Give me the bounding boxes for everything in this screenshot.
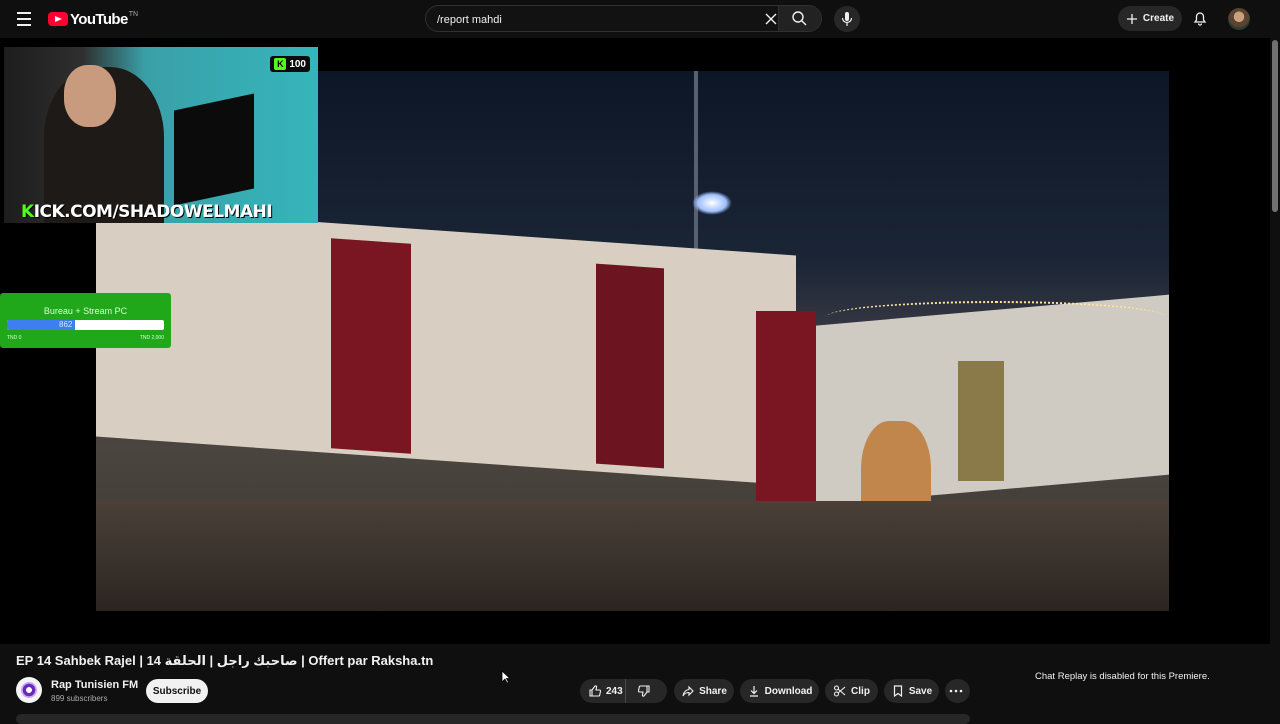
goal-min: TND 0 (7, 335, 22, 341)
download-button[interactable]: Download (740, 679, 819, 703)
clip-label: Clip (851, 685, 870, 697)
logo-country-code: TN (128, 10, 139, 18)
chat-replay-notice: Chat Replay is disabled for this Premier… (1035, 671, 1210, 682)
more-actions-button[interactable] (945, 679, 970, 703)
channel-name[interactable]: Rap Tunisien FM (51, 679, 138, 691)
logo-text: YouTube (70, 10, 128, 28)
channel-avatar[interactable] (16, 677, 42, 703)
video-title: EP 14 Sahbek Rajel | صاحبك راجل | الحلقة… (16, 653, 434, 668)
search-button[interactable] (778, 6, 821, 31)
bookmark-icon (893, 685, 902, 698)
plus-icon (1126, 13, 1137, 24)
share-button[interactable]: Share (674, 679, 734, 703)
menu-icon[interactable] (12, 7, 36, 31)
microphone-icon (841, 12, 853, 26)
goal-progress-bar: 862 (7, 320, 164, 330)
notifications-bell-icon[interactable] (1191, 9, 1209, 27)
description-box[interactable] (16, 714, 970, 724)
goal-title: Bureau + Stream PC (43, 306, 128, 316)
webcam-overlay: K 100 KICK.COM/SHADOWELMAHI (4, 47, 318, 223)
dislike-button[interactable] (626, 679, 666, 703)
search-icon (792, 11, 807, 26)
create-label: Create (1142, 13, 1175, 24)
create-button[interactable]: Create (1118, 6, 1182, 31)
kick-channel-url: KICK.COM/SHADOWELMAHI (21, 202, 273, 222)
download-label: Download (764, 685, 813, 697)
kick-badge-count: 100 (289, 58, 306, 70)
youtube-play-icon (48, 12, 68, 26)
youtube-logo[interactable]: YouTube TN (48, 9, 138, 29)
goal-current-value: 862 (59, 320, 73, 329)
download-icon (749, 686, 758, 697)
stadium-light (692, 191, 732, 215)
masthead: YouTube TN Create (0, 0, 1280, 38)
share-label: Share (699, 685, 727, 697)
search-input[interactable] (435, 10, 759, 30)
clip-button[interactable]: Clip (825, 679, 878, 703)
scissors-icon (833, 685, 846, 697)
save-label: Save (908, 685, 933, 697)
kick-follower-badge: K 100 (270, 56, 310, 72)
like-count: 243 (606, 685, 623, 697)
kick-logo-icon: K (274, 58, 287, 70)
subscriber-count: 899 subscribers (51, 694, 108, 703)
page-scrollbar-thumb[interactable] (1272, 40, 1278, 212)
voice-search-button[interactable] (834, 6, 860, 32)
save-button[interactable]: Save (884, 679, 939, 703)
search-box (425, 5, 822, 32)
share-arrow-icon (682, 685, 694, 697)
donation-goal-widget: Bureau + Stream PC 862 TND 0 TND 2,000 (0, 293, 171, 348)
subscribe-button[interactable]: Subscribe (146, 679, 208, 703)
thumbs-down-icon (637, 685, 650, 697)
thumbs-up-icon (589, 685, 602, 697)
account-avatar[interactable] (1228, 8, 1250, 30)
like-dislike-group: 243 (580, 679, 667, 703)
like-button[interactable]: 243 (580, 679, 626, 703)
goal-max: TND 2,000 (139, 335, 164, 341)
more-horizontal-icon (949, 689, 962, 693)
